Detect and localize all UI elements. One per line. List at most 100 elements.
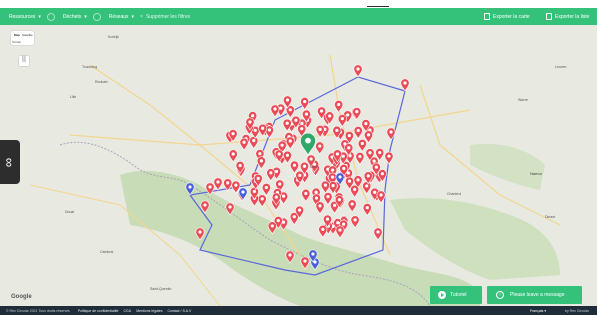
footer-link-privacy[interactable]: Politique de confidentialité	[78, 309, 119, 313]
marker-dot	[376, 230, 380, 234]
city-label-charleroi: Charleroi	[447, 192, 462, 196]
marker-dot	[226, 181, 230, 185]
footer-link-legal[interactable]: Mentions légales	[136, 309, 162, 313]
marker-dot	[269, 171, 273, 175]
marker-dot	[231, 132, 235, 136]
marker-dot	[228, 205, 232, 209]
marker-dot	[326, 195, 330, 199]
clear-filters-button[interactable]: × Supprimer les filtres	[140, 14, 190, 20]
marker-dot	[261, 126, 265, 130]
city-label-lille: Lille	[70, 95, 77, 99]
map-canvas[interactable]: Kortrijk Tourcoing Lille Roubaix Douai C…	[0, 25, 597, 306]
marker-dot	[360, 141, 364, 146]
leave-message-label: Please leave a message	[510, 292, 565, 298]
marker-dot	[356, 67, 360, 71]
marker-dot	[285, 98, 290, 102]
marker-dot	[342, 166, 346, 171]
menu-dechets-label: Déchets	[62, 13, 82, 20]
marker-dot	[288, 253, 292, 257]
marker-dot	[258, 152, 262, 156]
city-label-saint-quentin: Saint-Quentin	[150, 287, 172, 291]
marker-dot	[364, 122, 368, 126]
filter-toolbar: Ressources ▾ Déchets ▾ Réseaux ▾ × Suppr…	[0, 8, 597, 25]
marker-dot	[280, 143, 284, 147]
tutorial-label: Tutoriel	[450, 292, 467, 298]
marker-dot	[304, 191, 308, 196]
marker-dot	[379, 193, 383, 197]
marker-dot	[356, 128, 360, 133]
export-list-button[interactable]: Exporter la liste	[546, 8, 589, 25]
marker-dot	[282, 194, 286, 198]
marker-dot	[318, 127, 322, 132]
map-type-satellite[interactable]: Satellite	[22, 33, 33, 37]
marker-dot	[353, 187, 357, 191]
marker-dot	[273, 107, 277, 111]
marker-dot	[403, 81, 407, 85]
menu-ressources-label: Ressources	[9, 13, 36, 20]
leave-message-button[interactable]: ? Please leave a message	[487, 286, 582, 304]
marker-dot	[374, 165, 378, 169]
side-panel-toggle[interactable]: ∞	[0, 140, 20, 184]
marker-dot	[251, 114, 255, 118]
export-map-button[interactable]: Exporter la carte	[484, 8, 530, 25]
clear-filters-label: Supprimer les filtres	[145, 13, 191, 20]
tutorial-button[interactable]: Tutoriel	[430, 286, 482, 304]
marker-dot	[350, 202, 354, 206]
marker-dot	[314, 196, 319, 200]
city-label-leuven: Leuven	[555, 65, 567, 69]
city-label-cambrai: Cambrai	[100, 250, 114, 254]
city-label-douai: Douai	[65, 210, 75, 214]
marker-dot	[278, 182, 282, 186]
map-type-map[interactable]: Map	[14, 33, 20, 37]
menu-ressources[interactable]: Ressources ▾	[9, 14, 41, 20]
marker-dot	[338, 175, 342, 179]
marker-dot	[378, 150, 382, 155]
city-label-roubaix: Roubaix	[95, 80, 108, 84]
marker-dot	[355, 110, 359, 114]
chevron-down-icon: ▾	[38, 13, 41, 20]
chevron-down-icon: ▾	[131, 13, 135, 20]
marker-dot	[274, 169, 279, 174]
footer-link-contact[interactable]: Contact / S.A.V	[167, 309, 191, 313]
city-label-wavre: Wavre	[518, 98, 528, 102]
marker-dot	[305, 137, 311, 144]
marker-dot	[323, 183, 328, 187]
marker-dot	[366, 133, 371, 137]
menu-dechets[interactable]: Déchets ▾	[63, 14, 87, 20]
marker-dot	[285, 121, 289, 125]
marker-dot	[292, 215, 296, 219]
menu-reseaux-label: Réseaux	[108, 13, 129, 20]
close-icon: ×	[140, 13, 143, 20]
marker-dot	[300, 127, 304, 131]
footer: © Rex Circular 2021 Tous droits réservés…	[0, 306, 597, 315]
marker-dot	[341, 154, 345, 158]
info-icon	[46, 12, 55, 21]
marker-dot	[208, 185, 212, 189]
divider	[367, 6, 389, 7]
marker-dot	[234, 183, 238, 187]
terrain-checkbox[interactable]: Terrain	[12, 40, 21, 44]
marker-dot	[242, 140, 246, 144]
marker-dot	[267, 128, 272, 132]
marker-dot	[277, 152, 281, 156]
marker-dot	[302, 164, 307, 168]
marker-dot	[259, 159, 263, 163]
window-top-strip	[0, 0, 597, 8]
marker-dot	[366, 174, 370, 178]
marker-dot	[256, 176, 260, 180]
footer-link-cgu[interactable]: CGU	[123, 309, 131, 313]
marker-dot	[336, 221, 340, 225]
marker-dot	[319, 109, 324, 113]
menu-reseaux[interactable]: Réseaux ▾	[109, 14, 134, 20]
marker-dot	[340, 117, 344, 121]
city-label-namur: Namur	[530, 171, 543, 176]
marker-dot	[356, 178, 360, 182]
google-logo: Google	[11, 294, 32, 300]
marker-dot	[309, 157, 313, 161]
language-select[interactable]: Français ▾	[530, 309, 546, 313]
marker-dot	[203, 203, 207, 207]
marker-dot	[365, 206, 369, 210]
marker-dot	[198, 230, 202, 234]
fullscreen-icon[interactable]: ⠿	[19, 56, 29, 66]
marker-dot	[264, 185, 268, 190]
